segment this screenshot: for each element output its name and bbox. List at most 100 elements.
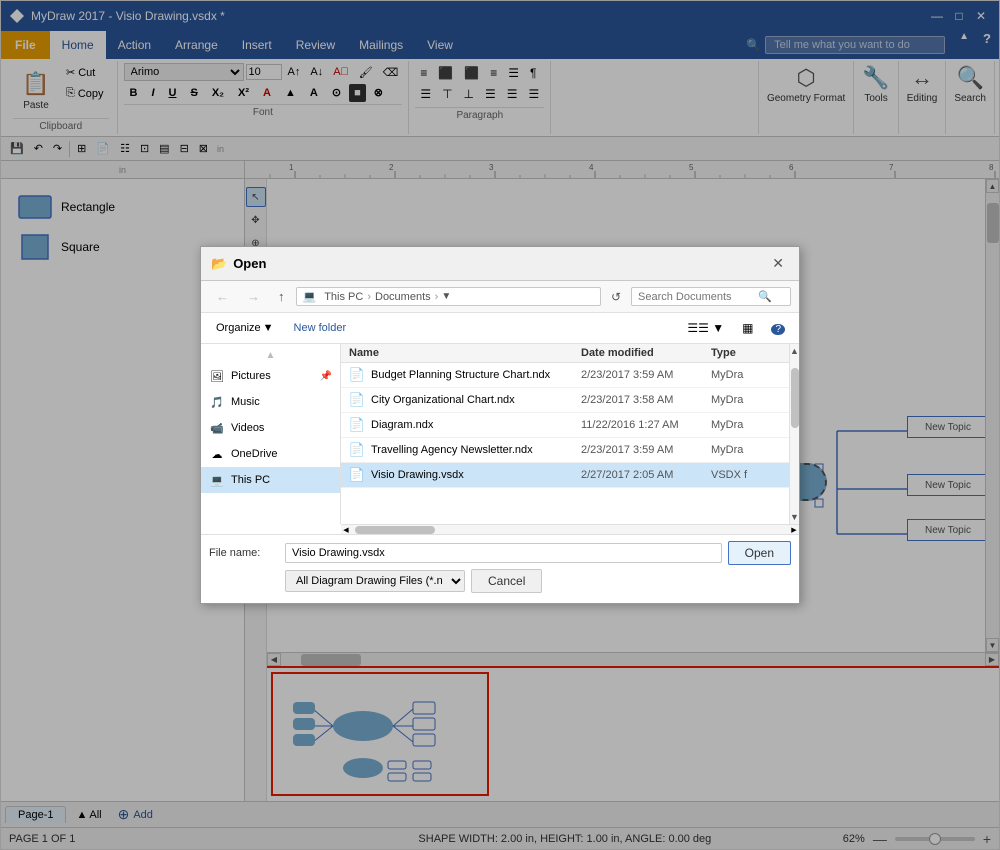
organize-btn[interactable]: Organize ▼ (209, 318, 281, 338)
view-arrow: ▼ (712, 321, 724, 335)
file-name-label: File name: (209, 547, 279, 559)
this-pc-item[interactable]: 💻 This PC (201, 467, 340, 493)
file-name-3: Travelling Agency Newsletter.ndx (371, 444, 581, 456)
file-date-3: 2/23/2017 3:59 AM (581, 444, 711, 456)
open-dialog: 📂 Open ✕ ← → ↑ 💻 This PC › Documents › (200, 246, 800, 604)
this-pc-path-btn[interactable]: This PC (320, 291, 367, 303)
file-icon-2: 📄 (349, 417, 365, 433)
path-dropdown-btn[interactable]: ▼ (438, 290, 454, 303)
computer-icon: 💻 (303, 290, 317, 303)
new-folder-label: New folder (294, 322, 347, 334)
new-folder-btn[interactable]: New folder (287, 318, 354, 338)
dialog-title-text: 📂 Open (211, 256, 266, 272)
dialog-search-icon: 🔍 (758, 290, 772, 303)
dialog-close-btn[interactable]: ✕ (767, 253, 789, 274)
file-type-3: MyDra (711, 444, 781, 456)
pictures-label: Pictures (231, 370, 271, 382)
this-pc-icon: 💻 (209, 472, 225, 488)
file-type-4: VSDX f (711, 469, 781, 481)
file-name-1: City Organizational Chart.ndx (371, 394, 581, 406)
dialog-up-btn[interactable]: ↑ (271, 285, 292, 308)
file-scroll-thumb[interactable] (791, 368, 799, 428)
file-name-input[interactable] (285, 543, 722, 563)
file-row-4[interactable]: 📄 Visio Drawing.vsdx 2/27/2017 2:05 AM V… (341, 463, 789, 488)
preview-btn[interactable]: ▦ (736, 317, 759, 339)
dialog-sidebar: ▲ 🖼 Pictures 📌 🎵 Music 📹 Videos (201, 344, 341, 524)
file-type-row: All Diagram Drawing Files (*.nd Cancel (209, 569, 791, 593)
open-button[interactable]: Open (728, 541, 791, 565)
dialog-body: ▲ 🖼 Pictures 📌 🎵 Music 📹 Videos (201, 344, 799, 524)
music-item[interactable]: 🎵 Music (201, 389, 340, 415)
preview-icon: ▦ (742, 321, 753, 335)
pictures-pin: 📌 (320, 371, 332, 382)
file-icon-0: 📄 (349, 367, 365, 383)
this-pc-label: This PC (231, 474, 270, 486)
videos-item[interactable]: 📹 Videos (201, 415, 340, 441)
dialog-title-bar: 📂 Open ✕ (201, 247, 799, 281)
file-hscroll-left[interactable]: ◀ (341, 525, 351, 534)
sidebar-up-arrow: ▲ (266, 350, 276, 361)
dialog-title-label: Open (233, 256, 266, 271)
help-dialog-btn[interactable]: ? (765, 317, 791, 339)
file-scroll-down[interactable]: ▼ (788, 510, 801, 524)
file-type-1: MyDra (711, 394, 781, 406)
file-hscroll-thumb[interactable] (355, 526, 435, 534)
file-row-2[interactable]: 📄 Diagram.ndx 11/22/2016 1:27 AM MyDra (341, 413, 789, 438)
file-type-select[interactable]: All Diagram Drawing Files (*.nd (285, 570, 465, 592)
file-type-2: MyDra (711, 419, 781, 431)
name-col-header: Name (349, 347, 581, 359)
file-date-2: 11/22/2016 1:27 AM (581, 419, 711, 431)
file-type-0: MyDra (711, 369, 781, 381)
organize-arrow: ▼ (263, 322, 274, 334)
file-list-header: Name Date modified Type (341, 344, 789, 363)
view-options-btn[interactable]: ☰☰ ▼ (681, 317, 730, 339)
file-list: Name Date modified Type 📄 Budget Plannin… (341, 344, 789, 524)
dialog-title-icon: 📂 (211, 256, 227, 272)
view-icon: ☰☰ (687, 321, 709, 335)
help-dialog-icon: ? (771, 324, 785, 335)
file-hscroll-right[interactable]: ▶ (789, 525, 799, 534)
file-hscroll-track (351, 525, 789, 534)
dialog-refresh-btn[interactable]: ↺ (605, 286, 627, 308)
file-name-4: Visio Drawing.vsdx (371, 469, 581, 481)
dialog-search-input[interactable] (638, 291, 758, 303)
dialog-footer: File name: Open All Diagram Drawing File… (201, 534, 799, 603)
dialog-back-btn[interactable]: ← (209, 285, 236, 308)
file-row-1[interactable]: 📄 City Organizational Chart.ndx 2/23/201… (341, 388, 789, 413)
dialog-forward-btn[interactable]: → (240, 285, 267, 308)
dialog-actions-bar: Organize ▼ New folder ☰☰ ▼ ▦ ? (201, 313, 799, 344)
file-date-4: 2/27/2017 2:05 AM (581, 469, 711, 481)
type-col-header: Type (711, 347, 781, 359)
file-hscroll: ◀ ▶ (341, 524, 799, 534)
videos-label: Videos (231, 422, 264, 434)
documents-path-btn[interactable]: Documents (371, 291, 435, 303)
music-label: Music (231, 396, 260, 408)
file-row-3[interactable]: 📄 Travelling Agency Newsletter.ndx 2/23/… (341, 438, 789, 463)
cancel-button[interactable]: Cancel (471, 569, 542, 593)
file-icon-3: 📄 (349, 442, 365, 458)
file-name-2: Diagram.ndx (371, 419, 581, 431)
pictures-item[interactable]: 🖼 Pictures 📌 (201, 363, 340, 389)
dialog-search-box: 🔍 (631, 287, 791, 306)
file-date-0: 2/23/2017 3:59 AM (581, 369, 711, 381)
file-row-0[interactable]: 📄 Budget Planning Structure Chart.ndx 2/… (341, 363, 789, 388)
onedrive-item[interactable]: ☁ OneDrive (201, 441, 340, 467)
file-icon-4: 📄 (349, 467, 365, 483)
music-icon: 🎵 (209, 394, 225, 410)
file-scroll-up[interactable]: ▲ (788, 344, 801, 358)
videos-icon: 📹 (209, 420, 225, 436)
onedrive-label: OneDrive (231, 448, 277, 460)
app-window: MyDraw 2017 - Visio Drawing.vsdx * — □ ✕… (0, 0, 1000, 850)
file-scroll-track (790, 358, 799, 510)
file-name-row: File name: Open (209, 541, 791, 565)
pictures-icon: 🖼 (209, 368, 225, 384)
file-list-scrollbar: ▲ ▼ (789, 344, 799, 524)
dialog-path: 💻 This PC › Documents › ▼ (296, 287, 601, 306)
file-date-1: 2/23/2017 3:58 AM (581, 394, 711, 406)
onedrive-icon: ☁ (209, 446, 225, 462)
file-name-0: Budget Planning Structure Chart.ndx (371, 369, 581, 381)
organize-label: Organize (216, 322, 261, 334)
dialog-overlay: 📂 Open ✕ ← → ↑ 💻 This PC › Documents › (1, 1, 999, 849)
file-icon-1: 📄 (349, 392, 365, 408)
date-col-header: Date modified (581, 347, 711, 359)
